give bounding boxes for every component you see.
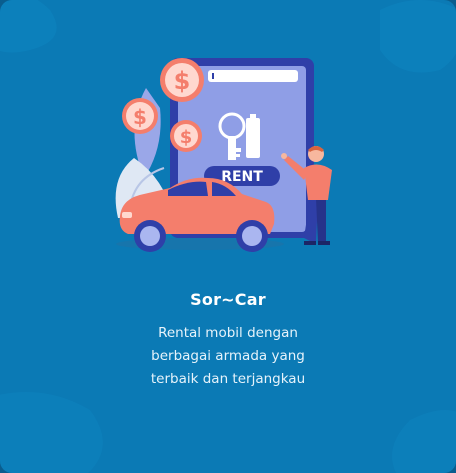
app-title: Sor~Car — [190, 290, 266, 309]
svg-text:$: $ — [174, 67, 191, 95]
background-blob-bottom-right — [392, 410, 456, 473]
background-blob-right — [380, 0, 456, 73]
description-line: terbaik dan terjangkau — [150, 371, 306, 387]
svg-text:$: $ — [180, 127, 193, 148]
app-card[interactable]: RENT $ $ $ Sor~Car Rental mobil dengan b… — [0, 0, 456, 473]
background-blob-left — [0, 0, 57, 53]
description-line: Rental mobil dengan — [158, 325, 298, 341]
background-blob-bottom-left — [0, 392, 103, 473]
app-description: Rental mobil dengan berbagai armada yang… — [0, 322, 456, 391]
dollar-coin-icon: $ — [170, 120, 202, 152]
dollar-coin-icon: $ — [160, 58, 204, 102]
car-rental-illustration: RENT $ $ $ — [115, 58, 332, 252]
description-line: berbagai armada yang — [151, 348, 305, 364]
dollar-coin-icon: $ — [122, 98, 158, 134]
svg-text:$: $ — [133, 105, 147, 129]
